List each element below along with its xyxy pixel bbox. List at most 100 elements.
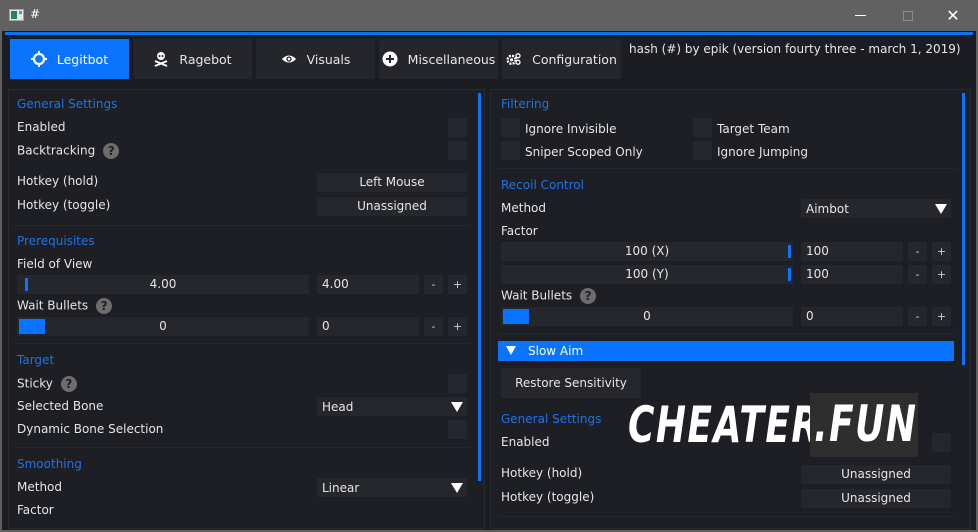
tab-label: Legitbot [56,51,109,67]
recoil-wait-bullets-slider[interactable]: 0 [501,307,793,326]
maximize-icon [903,10,913,21]
divider [497,516,956,517]
restore-sensitivity-button[interactable]: Restore Sensitivity [501,368,641,398]
close-button[interactable]: ✕ [930,0,976,31]
dynamic-bone-checkbox[interactable] [448,420,467,439]
slow-aim-header[interactable]: Slow Aim [498,341,954,361]
minimize-button[interactable] [837,0,883,31]
collapse-arrow-icon [506,346,516,355]
slider-value: 4.00 [149,277,177,291]
tab-miscellaneous[interactable]: Miscellaneous [379,39,498,79]
selected-bone-label: Selected Bone [17,399,104,413]
version-text: hash (#) by epik (version fourty three -… [629,42,961,56]
section-title-prerequisites: Prerequisites [17,234,95,248]
tab-legitbot[interactable]: Legitbot [10,39,129,79]
tab-configuration[interactable]: Configuration [502,39,621,79]
smoothing-factor-label: Factor [17,503,54,517]
dropdown-value: Head [322,400,354,414]
dropdown-arrow-icon [935,204,947,214]
wait-bullets-label: Wait Bullets? [17,298,113,314]
dropdown-value: Aimbot [806,202,849,216]
fov-slider[interactable]: 4.00 [17,275,309,294]
slider-value: 100 (X) [624,244,670,258]
tab-label: Configuration [532,51,617,67]
sticky-checkbox[interactable] [448,374,467,393]
wait-bullets-slider[interactable]: 0 [17,317,309,336]
recoil-method-dropdown[interactable]: Aimbot [801,199,951,218]
ignore-invisible-checkbox[interactable] [501,118,520,137]
recoil-factor-x-slider[interactable]: 100 (X) [501,242,793,261]
right-scrollbar[interactable] [962,93,965,365]
section-title-recoil-control: Recoil Control [501,178,584,192]
fov-decrement-button[interactable]: - [424,275,443,294]
sticky-label: Sticky? [17,376,77,392]
slider-value: 0 [159,319,167,333]
watermark-badge: .FUN [810,393,918,457]
help-icon[interactable]: ? [96,298,113,314]
selected-bone-dropdown[interactable]: Head [317,397,467,416]
backtracking-label: Backtracking? [17,143,120,159]
gears-icon [506,51,522,67]
recoil-wait-bullets-increment-button[interactable]: + [932,307,951,326]
crosshair-icon [30,51,47,67]
help-icon[interactable]: ? [60,376,77,392]
section-title-target: Target [17,353,55,367]
smoothing-method-dropdown[interactable]: Linear [317,478,467,497]
recoil-wait-bullets-input[interactable]: 0 [801,307,903,326]
tab-label: Visuals [306,51,351,67]
tab-label: Ragebot [179,51,232,67]
recoil-factor-x-input[interactable]: 100 [801,242,903,261]
recoil-factor-x-decrement-button[interactable]: - [908,242,927,261]
enabled-label: Enabled [17,120,66,134]
recoil-factor-y-decrement-button[interactable]: - [908,265,927,284]
section-title-slow-aim-general: General Settings [501,412,602,426]
left-scrollbar[interactable] [478,93,481,481]
close-icon: ✕ [946,6,960,25]
ignore-jumping-checkbox[interactable] [693,141,712,160]
backtracking-checkbox[interactable] [448,141,467,160]
recoil-factor-y-increment-button[interactable]: + [932,265,951,284]
recoil-factor-y-input[interactable]: 100 [801,265,903,284]
recoil-wait-bullets-label: Wait Bullets? [501,288,597,304]
hotkey-toggle-label: Hotkey (toggle) [17,198,111,212]
slow-aim-hotkey-hold-label: Hotkey (hold) [501,466,583,480]
enabled-checkbox[interactable] [448,118,467,137]
wait-bullets-decrement-button[interactable]: - [424,317,443,336]
slow-aim-header-label: Slow Aim [528,344,584,358]
maximize-button[interactable] [885,0,931,31]
divider [497,333,956,334]
tab-visuals[interactable]: Visuals [256,39,375,79]
slow-aim-hotkey-toggle-button[interactable]: Unassigned [801,489,951,508]
help-icon[interactable]: ? [580,288,597,304]
ignore-jumping-label: Ignore Jumping [717,145,808,159]
hotkey-hold-button[interactable]: Left Mouse [317,173,467,192]
recoil-factor-y-slider[interactable]: 100 (Y) [501,265,793,284]
wait-bullets-input[interactable]: 0 [317,317,419,336]
minimize-icon [854,15,866,16]
wait-bullets-increment-button[interactable]: + [448,317,467,336]
watermark: CHEATER .FUN [628,393,918,457]
recoil-wait-bullets-decrement-button[interactable]: - [908,307,927,326]
slow-aim-hotkey-toggle-label: Hotkey (toggle) [501,490,595,504]
dynamic-bone-label: Dynamic Bone Selection [17,422,164,436]
slow-aim-hotkey-hold-button[interactable]: Unassigned [801,465,951,484]
window-title: # [30,7,41,21]
fov-input[interactable]: 4.00 [317,275,419,294]
dropdown-arrow-icon [451,402,463,412]
recoil-factor-x-increment-button[interactable]: + [932,242,951,261]
slow-aim-enabled-checkbox[interactable] [932,433,951,452]
target-team-checkbox[interactable] [693,118,712,137]
sticky-text: Sticky [17,376,53,391]
fov-increment-button[interactable]: + [448,275,467,294]
dropdown-arrow-icon [451,483,463,493]
sniper-scoped-only-checkbox[interactable] [501,141,520,160]
fov-label: Field of View [17,257,93,271]
hotkey-toggle-button[interactable]: Unassigned [317,197,467,216]
tab-ragebot[interactable]: Ragebot [133,39,252,79]
help-icon[interactable]: ? [103,143,120,159]
ignore-invisible-label: Ignore Invisible [525,122,617,136]
tab-label: Miscellaneous [407,51,496,67]
eye-icon [281,51,297,67]
section-title-smoothing: Smoothing [17,457,82,471]
section-title-general-settings: General Settings [17,97,118,111]
